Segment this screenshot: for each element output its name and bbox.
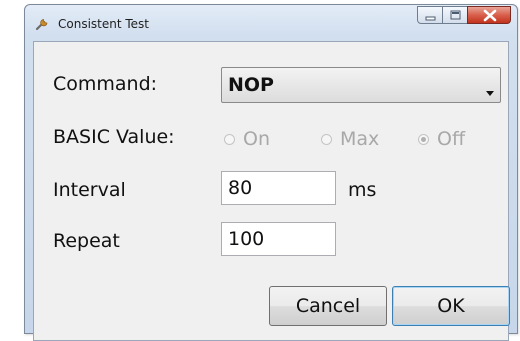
radio-off[interactable]: Off (418, 128, 465, 150)
chevron-down-icon (486, 82, 494, 101)
caption-buttons (417, 6, 511, 24)
radio-max-label: Max (340, 128, 380, 150)
basic-value-label: BASIC Value: (53, 126, 175, 148)
radio-max-indicator (321, 133, 332, 145)
wrench-icon (35, 15, 51, 31)
radio-max[interactable]: Max (321, 128, 379, 150)
command-select-value: NOP (228, 74, 274, 96)
dialog-body: Command: NOP BASIC Value: On Max Off Int… (33, 41, 510, 341)
close-icon (483, 9, 497, 22)
radio-on-label: On (243, 128, 270, 150)
minimize-button[interactable] (417, 6, 443, 24)
window-title: Consistent Test (58, 17, 150, 31)
title-bar[interactable]: Consistent Test (25, 5, 517, 41)
repeat-input[interactable]: 100 (221, 222, 336, 256)
ok-button[interactable]: OK (392, 286, 510, 326)
maximize-button[interactable] (442, 6, 468, 24)
repeat-label: Repeat (53, 230, 120, 252)
radio-off-label: Off (437, 128, 466, 150)
radio-on-indicator (224, 133, 235, 145)
minimize-icon (425, 16, 436, 21)
radio-on[interactable]: On (224, 128, 270, 150)
close-button[interactable] (467, 6, 511, 24)
maximize-icon (450, 10, 461, 20)
interval-input[interactable]: 80 (221, 171, 336, 205)
dialog-window: Consistent Test Command: NOP BASIC Value… (24, 4, 518, 341)
interval-label: Interval (53, 179, 126, 201)
command-label: Command: (53, 73, 158, 95)
command-select[interactable]: NOP (221, 67, 501, 103)
cancel-button[interactable]: Cancel (269, 286, 387, 326)
radio-off-indicator (418, 133, 429, 145)
interval-unit: ms (348, 179, 377, 201)
